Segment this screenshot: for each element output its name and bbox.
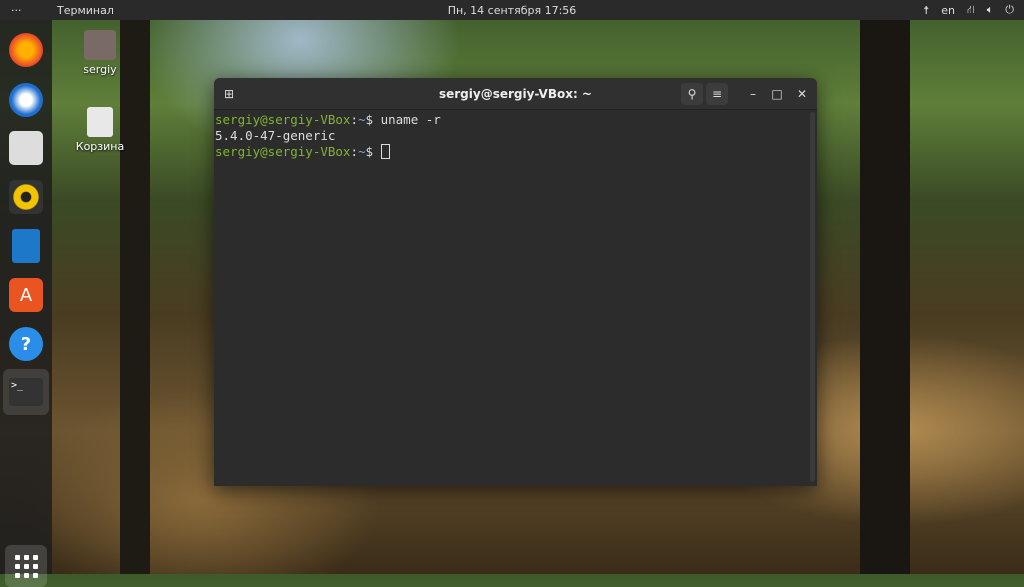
prompt-path: ~	[358, 112, 366, 127]
home-folder-icon	[84, 30, 116, 60]
prompt-user: sergiy@sergiy-VBox	[215, 112, 351, 127]
desktop-icon-home[interactable]: sergiy	[70, 30, 130, 76]
prompt-path: ~	[358, 144, 366, 159]
show-applications-button[interactable]	[5, 545, 47, 587]
firefox-icon[interactable]	[9, 33, 43, 67]
command: uname -r	[380, 112, 441, 127]
prompt-symbol: $	[365, 144, 374, 159]
close-icon[interactable]: ✕	[791, 83, 813, 105]
power-icon[interactable]: ⏻	[1005, 3, 1014, 17]
new-tab-icon[interactable]: ⊞	[218, 83, 240, 105]
menu-icon[interactable]: ≡	[706, 83, 728, 105]
network-icon[interactable]: ⛙	[967, 3, 975, 18]
terminal-line: sergiy@sergiy-VBox:~$ uname -r	[215, 112, 817, 128]
maximize-icon[interactable]: □	[766, 83, 788, 105]
terminal-content[interactable]: sergiy@sergiy-VBox:~$ uname -r 5.4.0-47-…	[214, 110, 817, 160]
writer-icon[interactable]	[12, 229, 40, 263]
window-title: sergiy@sergiy-VBox: ~	[438, 86, 592, 101]
prompt-user: sergiy@sergiy-VBox	[215, 144, 351, 159]
desktop-icon-label: Корзина	[75, 140, 125, 153]
terminal-window: ⊞ sergiy@sergiy-VBox: ~ ⚲ ≡ – □ ✕ sergiy…	[214, 78, 817, 486]
language-indicator[interactable]: en	[941, 4, 955, 17]
clock[interactable]: Пн, 14 сентября 17:56	[0, 4, 1024, 17]
top-bar: ··· Терминал Пн, 14 сентября 17:56 ☨ en …	[0, 0, 1024, 20]
search-icon[interactable]: ⚲	[681, 83, 703, 105]
minimize-icon[interactable]: –	[742, 83, 764, 105]
dock: A ? >_	[0, 20, 52, 587]
volume-icon[interactable]: 🔈︎	[987, 3, 994, 17]
desktop-icon-label: sergiy	[83, 63, 117, 76]
software-icon[interactable]: A	[9, 278, 43, 312]
desktop-icon-trash[interactable]: Корзина	[70, 107, 130, 153]
terminal-line: 5.4.0-47-generic	[215, 128, 817, 144]
terminal-icon[interactable]: >_	[3, 369, 49, 415]
thunderbird-icon[interactable]	[9, 83, 43, 117]
scrollbar[interactable]	[810, 112, 815, 482]
cursor	[380, 144, 390, 159]
terminal-header: ⊞ sergiy@sergiy-VBox: ~ ⚲ ≡ – □ ✕	[214, 78, 817, 110]
prompt-colon: :	[350, 112, 358, 127]
help-icon[interactable]: ?	[9, 327, 43, 361]
terminal-line: sergiy@sergiy-VBox:~$	[215, 144, 817, 160]
system-tray[interactable]: ☨ en ⛙ 🔈︎ ⏻	[923, 3, 1014, 18]
files-icon[interactable]	[9, 131, 43, 165]
rhythmbox-icon[interactable]	[9, 180, 43, 214]
accessibility-icon[interactable]: ☨	[923, 4, 929, 17]
prompt-symbol: $	[365, 112, 374, 127]
command-output: 5.4.0-47-generic	[215, 128, 336, 143]
trash-icon	[87, 107, 113, 137]
prompt-colon: :	[350, 144, 358, 159]
